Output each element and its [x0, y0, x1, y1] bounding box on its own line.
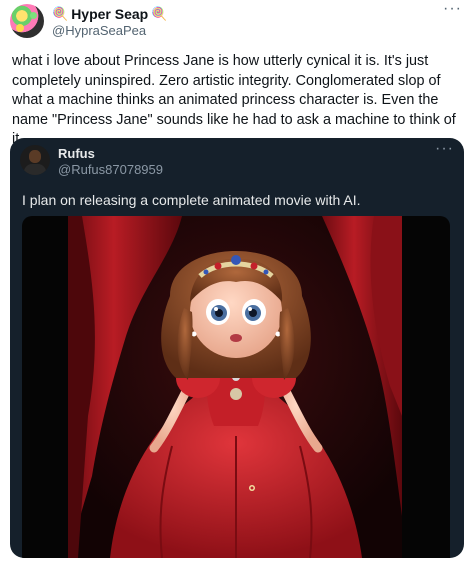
avatar-decoration [16, 24, 24, 32]
avatar-face [29, 150, 41, 163]
quoted-display-name[interactable]: Rufus [58, 146, 95, 161]
quoted-more-options-icon[interactable]: ··· [435, 140, 454, 158]
princess-illustration [68, 216, 402, 558]
display-name-text: Hyper Seap [71, 6, 149, 22]
quoted-user-avatar[interactable] [20, 145, 50, 175]
avatar-suit [24, 164, 46, 175]
display-name[interactable]: 🍭 Hyper Seap 🍭 [52, 6, 167, 22]
lollipop-emoji-icon: 🍭 [52, 6, 69, 21]
more-options-icon[interactable]: ··· [443, 0, 462, 18]
tweet-text: what i love about Princess Jane is how u… [12, 53, 456, 147]
princess-image[interactable] [22, 216, 450, 558]
user-avatar[interactable] [10, 4, 44, 38]
lollipop-emoji-icon: 🍭 [151, 6, 168, 21]
user-handle[interactable]: @HypraSeaPea [52, 23, 146, 38]
quoted-tweet[interactable]: Rufus @Rufus87078959 ··· I plan on relea… [10, 138, 464, 558]
quoted-user-handle[interactable]: @Rufus87078959 [58, 162, 163, 177]
quoted-tweet-text: I plan on releasing a complete animated … [22, 192, 361, 208]
avatar-decoration [30, 12, 37, 19]
